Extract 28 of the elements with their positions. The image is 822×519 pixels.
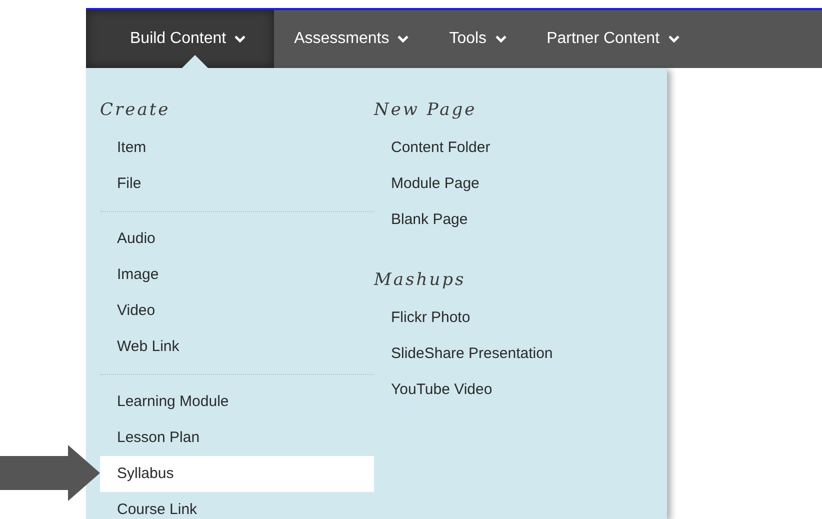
menu-item[interactable]: Content Folder	[374, 130, 667, 166]
menu-item[interactable]: SlideShare Presentation	[374, 336, 667, 372]
nav-tab[interactable]: Partner Content	[526, 10, 700, 68]
menu-item[interactable]: Course Link	[100, 492, 374, 519]
chevron-down-icon	[397, 35, 410, 43]
chevron-down-icon	[234, 35, 246, 43]
menu-item[interactable]: Web Link	[100, 329, 374, 365]
menu-item[interactable]: YouTube Video	[374, 372, 667, 408]
section-heading: Create	[100, 99, 172, 122]
menu-item[interactable]: File	[100, 166, 374, 202]
menu-item[interactable]: Video	[100, 293, 374, 329]
chevron-down-icon	[494, 35, 507, 43]
menu-item[interactable]: Audio	[100, 221, 374, 257]
menu-item[interactable]: Module Page	[374, 166, 667, 202]
nav-tab[interactable]: Tools	[429, 10, 527, 68]
menu-item[interactable]: Lesson Plan	[100, 420, 374, 456]
nav-tab[interactable]: Build Content	[86, 10, 274, 68]
arrow-icon	[0, 445, 100, 501]
nav-tab[interactable]: Assessments	[274, 10, 430, 68]
menu-item[interactable]: Blank Page	[374, 202, 667, 238]
chevron-down-icon	[668, 35, 680, 43]
menu-item[interactable]: Image	[100, 257, 374, 293]
menu-item[interactable]: Item	[100, 130, 374, 166]
menu-item[interactable]: Flickr Photo	[374, 300, 667, 336]
section-heading: New Page	[374, 99, 478, 122]
menu-item[interactable]: Syllabus	[100, 456, 374, 492]
menu-item[interactable]: Learning Module	[100, 384, 374, 420]
section-heading: Mashups	[374, 269, 467, 292]
